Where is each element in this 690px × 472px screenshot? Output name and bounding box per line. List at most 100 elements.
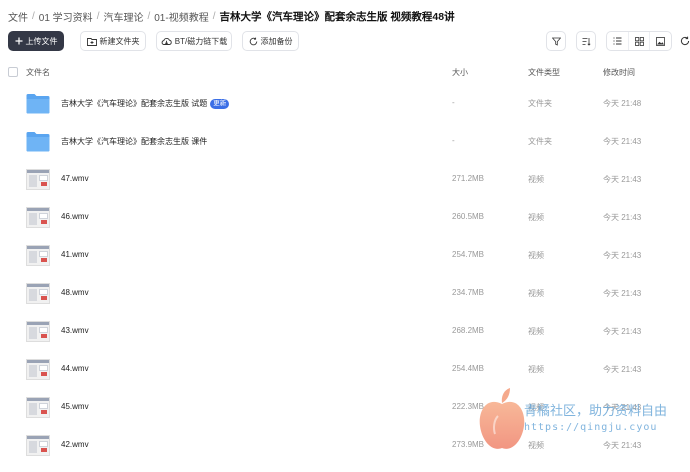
- column-header-size[interactable]: 大小: [452, 67, 468, 78]
- table-row[interactable]: 43.wmv 268.2MB 视频 今天 21:43: [0, 312, 690, 350]
- column-header-time[interactable]: 修改时间: [603, 67, 635, 78]
- file-modified-time: 今天 21:43: [603, 403, 642, 412]
- video-thumbnail: [26, 169, 50, 190]
- breadcrumb-item-video-tutorials[interactable]: 01-视频教程: [154, 9, 208, 24]
- filter-button[interactable]: [546, 31, 566, 51]
- file-name[interactable]: 42.wmv: [61, 440, 89, 449]
- toolbar: 上传文件 新建文件夹 BT/磁力链下载 添加备份: [8, 31, 690, 51]
- select-all-checkbox[interactable]: [8, 67, 18, 77]
- file-type: 文件夹: [528, 137, 552, 146]
- table-row[interactable]: 吉林大学《汽车理论》配套余志生版 课件 - 文件夹 今天 21:43: [0, 122, 690, 160]
- breadcrumb-item-study-materials[interactable]: 01 学习资料: [39, 9, 93, 24]
- table-row[interactable]: 41.wmv 254.7MB 视频 今天 21:43: [0, 236, 690, 274]
- breadcrumb-item-files[interactable]: 文件: [8, 9, 28, 24]
- upload-button-label: 上传文件: [25, 36, 58, 46]
- list-icon: [613, 37, 622, 45]
- plus-icon: [15, 37, 22, 45]
- folder-icon: [26, 94, 50, 114]
- breadcrumb: 文件 / 01 学习资料 / 汽车理论 / 01-视频教程 / 吉林大学《汽车理…: [8, 8, 455, 24]
- file-type: 视频: [528, 365, 544, 374]
- file-size: 222.3MB: [452, 402, 485, 411]
- table-row[interactable]: 48.wmv 234.7MB 视频 今天 21:43: [0, 274, 690, 312]
- image-icon: [656, 36, 666, 46]
- file-size: 260.5MB: [452, 212, 485, 221]
- file-name[interactable]: 43.wmv: [61, 326, 89, 335]
- breadcrumb-separator: /: [212, 10, 216, 22]
- bt-download-button-label: BT/磁力链下载: [174, 36, 228, 46]
- column-header-name[interactable]: 文件名: [26, 67, 50, 78]
- sort-icon: [582, 37, 590, 46]
- file-name[interactable]: 吉林大学《汽车理论》配套余志生版 课件: [61, 136, 207, 147]
- bt-download-button[interactable]: BT/磁力链下载: [156, 31, 232, 51]
- file-modified-time: 今天 21:43: [603, 137, 642, 146]
- refresh-icon: [680, 36, 690, 46]
- table-row[interactable]: 47.wmv 271.2MB 视频 今天 21:43: [0, 160, 690, 198]
- file-size: 273.9MB: [452, 440, 485, 449]
- file-size: 234.7MB: [452, 288, 485, 297]
- file-type: 视频: [528, 251, 544, 260]
- thumbnail-view-button[interactable]: [649, 32, 671, 50]
- file-name[interactable]: 47.wmv: [61, 174, 89, 183]
- file-modified-time: 今天 21:43: [603, 365, 642, 374]
- file-modified-time: 今天 21:48: [603, 99, 642, 108]
- video-thumbnail: [26, 245, 50, 266]
- file-modified-time: 今天 21:43: [603, 289, 642, 298]
- table-row[interactable]: 45.wmv 222.3MB 视频 今天 21:43: [0, 388, 690, 426]
- video-thumbnail: [26, 359, 50, 380]
- table-row[interactable]: 44.wmv 254.4MB 视频 今天 21:43: [0, 350, 690, 388]
- folder-icon: [26, 132, 50, 152]
- filter-icon: [551, 37, 561, 46]
- file-size: 254.4MB: [452, 364, 485, 373]
- file-type: 视频: [528, 213, 544, 222]
- new-folder-button-label: 新建文件夹: [99, 36, 140, 46]
- file-size: -: [452, 98, 455, 107]
- table-row[interactable]: 吉林大学《汽车理论》配套余志生版 试题 更新 - 文件夹 今天 21:48: [0, 84, 690, 122]
- file-name[interactable]: 48.wmv: [61, 288, 89, 297]
- file-modified-time: 今天 21:43: [603, 175, 642, 184]
- refresh-button[interactable]: [678, 34, 690, 48]
- list-view-button[interactable]: [607, 32, 628, 50]
- table-row[interactable]: 42.wmv 273.9MB 视频 今天 21:43: [0, 426, 690, 464]
- video-thumbnail: [26, 321, 50, 342]
- breadcrumb-item-auto-theory[interactable]: 汽车理论: [103, 9, 143, 24]
- grid-icon: [634, 36, 644, 46]
- update-badge: 更新: [210, 98, 230, 109]
- video-thumbnail: [26, 397, 50, 418]
- file-size: -: [452, 136, 455, 145]
- file-name[interactable]: 41.wmv: [61, 250, 89, 259]
- breadcrumb-current-folder: 吉林大学《汽车理论》配套余志生版 视频教程48讲: [219, 10, 455, 23]
- file-name[interactable]: 46.wmv: [61, 212, 89, 221]
- cloud-download-icon: [161, 37, 172, 45]
- file-size: 254.7MB: [452, 250, 485, 259]
- upload-button[interactable]: 上传文件: [8, 31, 64, 51]
- new-folder-button[interactable]: 新建文件夹: [80, 31, 146, 51]
- file-modified-time: 今天 21:43: [603, 327, 642, 336]
- file-name[interactable]: 44.wmv: [61, 364, 89, 373]
- file-modified-time: 今天 21:43: [603, 251, 642, 260]
- file-modified-time: 今天 21:43: [603, 213, 642, 222]
- breadcrumb-separator: /: [96, 10, 100, 22]
- column-header-type[interactable]: 文件类型: [528, 67, 560, 78]
- breadcrumb-separator: /: [32, 10, 35, 22]
- file-type: 视频: [528, 175, 544, 184]
- video-thumbnail: [26, 283, 50, 304]
- breadcrumb-separator: /: [147, 10, 151, 22]
- file-type: 视频: [528, 289, 544, 298]
- add-backup-button[interactable]: 添加备份: [242, 31, 299, 51]
- add-backup-button-label: 添加备份: [260, 36, 293, 46]
- file-type: 视频: [528, 441, 544, 450]
- grid-view-button[interactable]: [627, 32, 650, 50]
- sync-icon: [249, 37, 257, 45]
- file-name[interactable]: 45.wmv: [61, 402, 89, 411]
- file-type: 视频: [528, 403, 544, 412]
- file-modified-time: 今天 21:43: [603, 441, 642, 450]
- file-list: 吉林大学《汽车理论》配套余志生版 试题 更新 - 文件夹 今天 21:48 吉林大…: [0, 84, 690, 464]
- file-size: 271.2MB: [452, 174, 485, 183]
- table-row[interactable]: 46.wmv 260.5MB 视频 今天 21:43: [0, 198, 690, 236]
- video-thumbnail: [26, 207, 50, 228]
- table-header: 文件名 大小 文件类型 修改时间: [0, 62, 690, 82]
- file-name[interactable]: 吉林大学《汽车理论》配套余志生版 试题 更新: [61, 98, 230, 109]
- view-mode-switch: [606, 31, 672, 51]
- file-type: 文件夹: [528, 99, 552, 108]
- sort-button[interactable]: [576, 31, 596, 51]
